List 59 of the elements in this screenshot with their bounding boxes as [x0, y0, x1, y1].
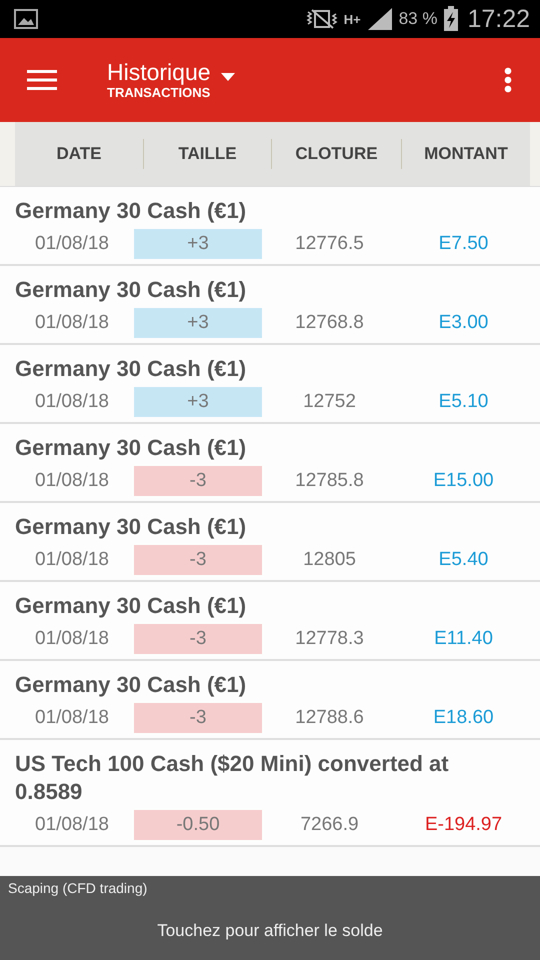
more-button[interactable]: [504, 67, 512, 93]
date-cell-text: 01/08/18: [34, 232, 110, 256]
clock: 17:22: [467, 4, 530, 34]
date-cell-text: 01/08/18: [34, 390, 110, 414]
size-cell: +3: [134, 308, 262, 338]
size-cell: -3: [134, 703, 262, 733]
instrument-name: Germany 30 Cash (€1): [15, 434, 248, 462]
instrument-name: Germany 30 Cash (€1): [15, 513, 248, 541]
network-type: H+: [344, 12, 361, 26]
amount-cell-text: E15.00: [432, 469, 495, 493]
date-cell-text: 01/08/18: [34, 706, 110, 730]
close-cell-text: 12752: [302, 390, 357, 414]
menu-icon: [27, 69, 57, 91]
column-header[interactable]: DATE: [15, 139, 143, 169]
close-cell-text: 12776.5: [294, 232, 365, 256]
date-cell-text: 01/08/18: [34, 627, 110, 651]
balance-hint: Touchez pour afficher le solde: [157, 921, 383, 941]
battery-charging-icon: [443, 6, 460, 32]
instrument-name: Germany 30 Cash (€1): [15, 671, 248, 699]
vibrate-off-icon: [306, 8, 338, 30]
date-cell-text: 01/08/18: [34, 548, 110, 572]
column-header[interactable]: TAILLE: [143, 139, 271, 169]
close-cell-text: 12805: [302, 548, 357, 572]
instrument-name: Germany 30 Cash (€1): [15, 276, 248, 304]
amount-cell-text: E11.40: [433, 627, 494, 651]
date-cell-text: 01/08/18: [34, 469, 110, 493]
size-cell: +3: [134, 387, 262, 417]
account-name: Scaping (CFD trading): [7, 879, 148, 896]
battery-level: 83 %: [398, 9, 438, 29]
dropdown-caret-icon: [220, 73, 235, 81]
size-cell: +3: [134, 229, 262, 259]
close-cell-text: 12788.6: [294, 706, 365, 730]
instrument-name: Germany 30 Cash (€1): [15, 197, 248, 225]
amount-cell-text: E5.40: [438, 548, 490, 572]
image-icon: [14, 9, 38, 29]
instrument-name: Germany 30 Cash (€1): [15, 592, 248, 620]
title-dropdown[interactable]: Historique TRANSACTIONS: [107, 59, 235, 101]
amount-cell-text: E-194.97: [424, 813, 504, 837]
signal-icon: [366, 7, 393, 31]
size-cell: -3: [134, 545, 262, 575]
instrument-name: US Tech 100 Cash ($20 Mini) converted at 0.8589: [15, 750, 450, 806]
instrument-name: Germany 30 Cash (€1): [15, 355, 248, 383]
amount-cell-text: E3.00: [438, 311, 490, 335]
amount-cell-text: E18.60: [432, 706, 495, 730]
size-cell: -3: [134, 466, 262, 496]
amount-cell-text: E5.10: [438, 390, 490, 414]
close-cell-text: 12785.8: [294, 469, 365, 493]
size-cell: -3: [134, 624, 262, 654]
date-cell-text: 01/08/18: [34, 813, 110, 837]
close-cell-text: 12778.3: [294, 627, 365, 651]
column-header[interactable]: CLOTURE: [271, 139, 401, 169]
balance-bar[interactable]: Scaping (CFD trading) Touchez pour afficher le solde: [0, 876, 540, 960]
close-cell-text: 12768.8: [294, 311, 365, 335]
column-header[interactable]: MONTANT: [401, 139, 530, 169]
size-cell: -0.50: [134, 810, 262, 840]
date-cell-text: 01/08/18: [34, 311, 110, 335]
more-icon: [504, 67, 512, 93]
close-cell-text: 7266.9: [299, 813, 360, 837]
amount-cell-text: E7.50: [438, 232, 490, 256]
